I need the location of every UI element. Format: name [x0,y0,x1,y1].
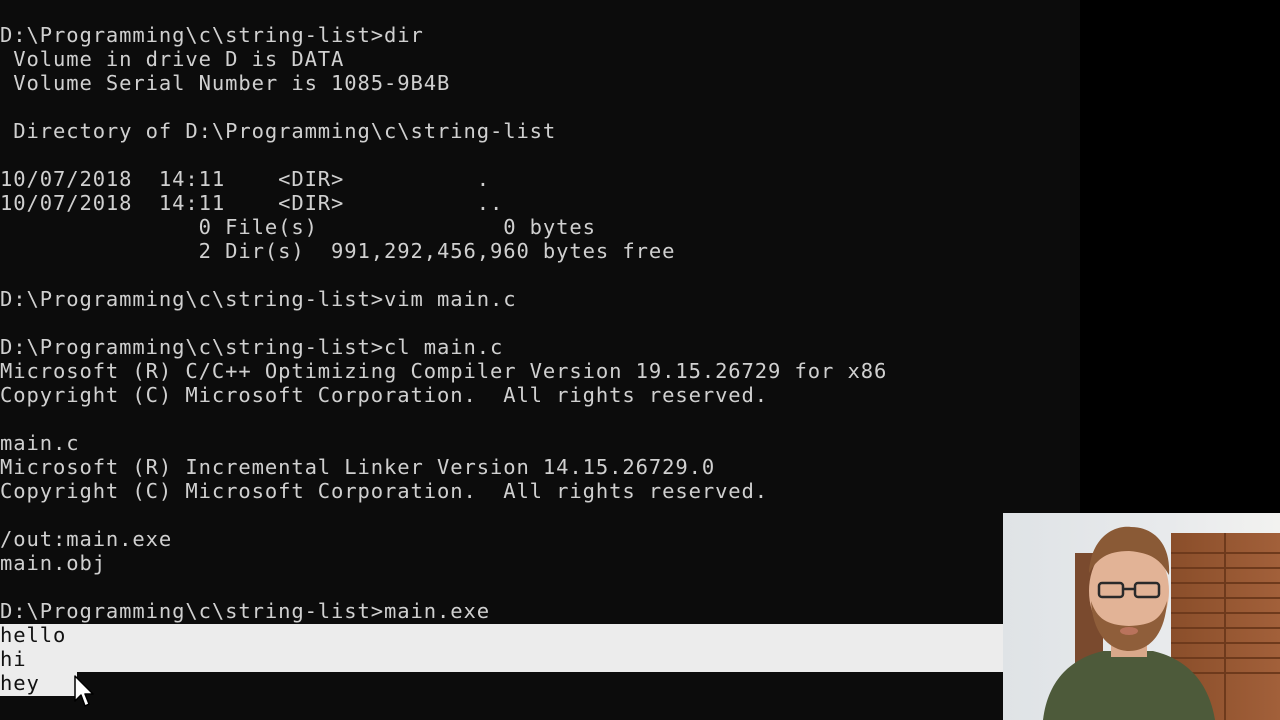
console-line: main.c [0,431,80,455]
console-line: Volume Serial Number is 1085-9B4B [0,71,451,95]
console-line: Copyright (C) Microsoft Corporation. All… [0,383,769,407]
console-line: D:\Programming\c\string-list>cl main.c [0,335,504,359]
arrow-cursor-icon [74,675,94,707]
console-line: Copyright (C) Microsoft Corporation. All… [0,479,769,503]
console-line: 0 File(s) 0 bytes [0,215,596,239]
console-line: Microsoft (R) Incremental Linker Version… [0,455,716,479]
program-input-line: hello [0,623,67,647]
console-line: D:\Programming\c\string-list>main.exe [0,599,490,623]
text-selection-highlight [0,624,1003,672]
console-window[interactable]: D:\Programming\c\string-list>dir Volume … [0,0,1080,720]
console-line: 10/07/2018 14:11 <DIR> .. [0,191,504,215]
console-line: /out:main.exe [0,527,173,551]
screen: D:\Programming\c\string-list>dir Volume … [0,0,1280,720]
console-line: D:\Programming\c\string-list>dir [0,23,424,47]
console-line: 10/07/2018 14:11 <DIR> . [0,167,490,191]
webcam-person-icon [1003,513,1280,720]
console-line: D:\Programming\c\string-list>vim main.c [0,287,517,311]
program-input-line: hey [0,671,40,695]
program-input-line: hi [0,647,27,671]
console-line: Volume in drive D is DATA [0,47,345,71]
console-line: main.obj [0,551,106,575]
console-line: 2 Dir(s) 991,292,456,960 bytes free [0,239,676,263]
console-line: Microsoft (R) C/C++ Optimizing Compiler … [0,359,888,383]
webcam-overlay [1003,513,1280,720]
console-line: Directory of D:\Programming\c\string-lis… [0,119,557,143]
